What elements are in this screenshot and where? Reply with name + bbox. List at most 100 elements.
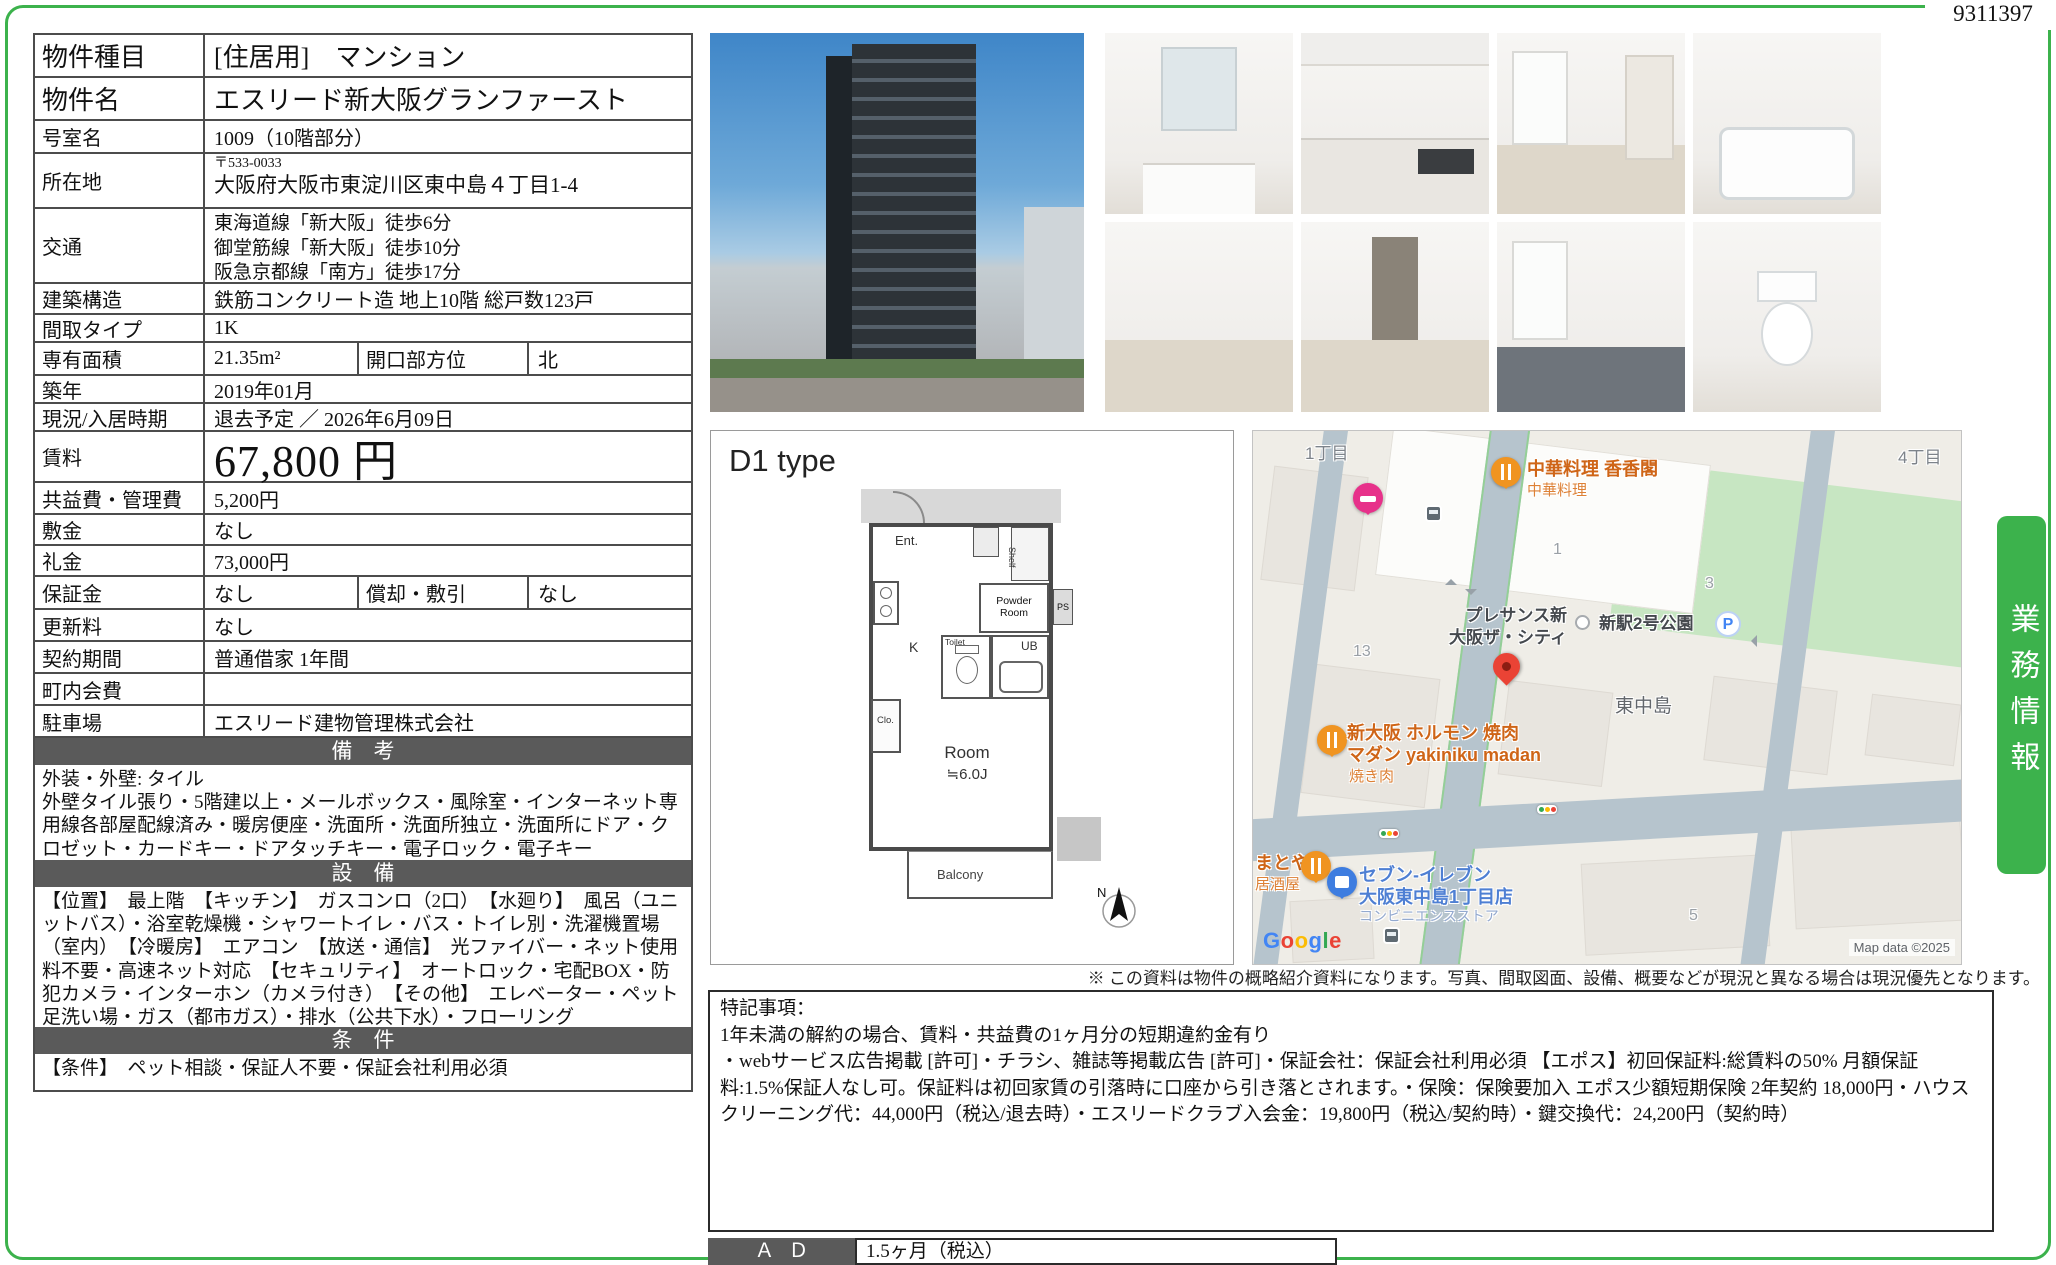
traffic-light-icon [1537,805,1557,814]
business-info-tab[interactable]: 業務情報 [1997,516,2046,874]
building-neighbor [1024,207,1084,359]
bathtub [1719,127,1854,199]
vanity [1143,163,1256,214]
map-building [1865,694,1962,767]
row-value: 5,200円 [205,483,691,513]
closet-box [871,699,901,753]
photo-bathroom [1693,33,1881,214]
building-side-face [826,56,852,367]
unit-bath-room [991,635,1049,699]
row-label: 専有面積 [35,343,205,374]
photo-balcony [1497,222,1685,412]
row-label: 現況/入居時期 [35,404,205,430]
table-row: 物件名エスリード新大阪グランファースト [35,78,691,121]
table-row: 敷金なし [35,515,691,546]
row-value [205,674,691,704]
road-direction-arrow-icon [1745,635,1757,647]
location-map[interactable]: 1丁目 4丁目 東中島 1 3 5 13 中華料理 香香閣 中華料理 プレサンス… [1252,430,1962,965]
bus-stop-icon[interactable] [1425,505,1442,522]
equipment-header: 設 備 [35,860,691,887]
table-row: 更新料なし [35,610,691,642]
park-name[interactable]: 新駅2号公園 [1599,609,1693,634]
photo-room [1105,222,1293,412]
balcony-label: Balcony [937,867,983,882]
poi-category: 焼き肉 [1349,765,1394,786]
disclaimer-text: ※ この資料は物件の概略紹介資料になります。写真、間取図面、設備、概要などが現況… [1088,964,2040,989]
restaurant-pin-icon[interactable] [1317,725,1347,755]
floor [1105,340,1293,412]
special-notes-box: 特記事項： 1年未満の解約の場合、賃料・共益費の1ヶ月分の短期違約金有り ・we… [708,990,1994,1232]
row-label: 賃料 [35,432,205,481]
kitchen-label: K [909,639,918,655]
remarks-header: 備 考 [35,738,691,765]
door [1625,55,1674,160]
row-value: 鉄筋コンクリート造 地上10階 総戸数123戸 [205,284,691,313]
document-number: 9311397 [1925,0,2056,30]
table-row: 賃料67,800 円 [35,432,691,483]
toilet-tank [1757,271,1817,301]
table-row: 所在地〒533-0033大阪府大阪市東淀川区東中島４丁目1-4 [35,154,691,209]
row-label: 建築構造 [35,284,205,313]
table-row: 保証金なし償却・敷引なし [35,577,691,610]
row-label: 町内会費 [35,674,205,704]
table-row: 間取タイプ1K [35,315,691,343]
restaurant-pin-icon[interactable] [1301,851,1331,881]
row-label: 所在地 [35,154,205,207]
bus-stop-icon[interactable] [1383,927,1400,944]
street-road [710,378,1084,412]
toilet-bowl-icon [956,656,978,684]
table-row: 駐車場エスリード建物管理株式会社 [35,706,691,738]
equipment-text: 【位置】 最上階 【キッチン】 ガスコンロ（2口） 【水廻り】 風呂（ユニットバ… [35,887,691,1027]
stove-icon [873,581,899,625]
district-label: 4丁目 [1898,443,1941,468]
table-row: 建築構造鉄筋コンクリート造 地上10階 総戸数123戸 [35,284,691,315]
postal-code: 〒533-0033 [214,156,682,171]
hotel-pin-icon[interactable] [1353,483,1383,513]
table-row: 物件種目[住居用] マンション [35,35,691,78]
poi-category: 中華料理 [1527,479,1587,500]
row-label: 礼金 [35,546,205,575]
parking-icon[interactable]: P [1715,611,1741,637]
special-notes-title: 特記事項： [720,996,1982,1023]
photo-building-exterior [710,33,1084,412]
google-logo: Google [1263,928,1342,954]
row-label: 号室名 [35,121,205,152]
district-label: 東中島 [1615,691,1672,718]
map-building [1581,854,1771,956]
poi-name: マダン yakiniku madan [1347,741,1541,767]
access-line: 御堂筋線「新大阪」徒歩10分 [214,237,682,262]
ad-value: 1.5ヶ月（税込） [855,1238,1337,1265]
row-value: 普通借家 1年間 [205,642,691,672]
photo-kitchen [1301,33,1489,214]
photo-hallway [1301,222,1489,412]
poi-dot-icon[interactable] [1575,615,1590,630]
row-value: 2019年01月 [205,376,691,402]
row-label: 契約期間 [35,642,205,672]
row-label: 物件種目 [35,35,205,76]
bathtub-icon [999,661,1043,693]
map-building [1790,819,1962,930]
restaurant-pin-icon[interactable] [1491,457,1521,487]
rent-value: 67,800 円 [205,432,691,481]
compass-icon: N [1089,869,1147,941]
block-number: 3 [1705,575,1714,593]
corridor-area [861,489,1061,523]
window [1512,51,1568,145]
table-row: 号室名1009（10階部分） [35,121,691,154]
access-line: 東海道線「新大阪」徒歩6分 [214,212,682,237]
window [1512,241,1568,340]
convenience-store-pin-icon[interactable] [1327,867,1357,897]
poi-category: コンビニエンスストア [1359,906,1499,926]
block-number: 1 [1553,541,1562,559]
table-row: 礼金73,000円 [35,546,691,577]
table-row: 共益費・管理費5,200円 [35,483,691,515]
row-value: 1009（10階部分） [205,121,691,152]
floorplan-title: D1 type [729,443,836,479]
row-label: 交通 [35,209,205,282]
toilet-bowl [1761,302,1814,367]
shelf-label: Shelf [1007,547,1017,568]
poi-name[interactable]: 中華料理 香香閣 [1527,455,1658,481]
row-label: 間取タイプ [35,315,205,341]
floorplan-panel: D1 type Ent. Shelf Powder Room PS K Toil… [710,430,1234,965]
block-number: 5 [1689,907,1698,925]
